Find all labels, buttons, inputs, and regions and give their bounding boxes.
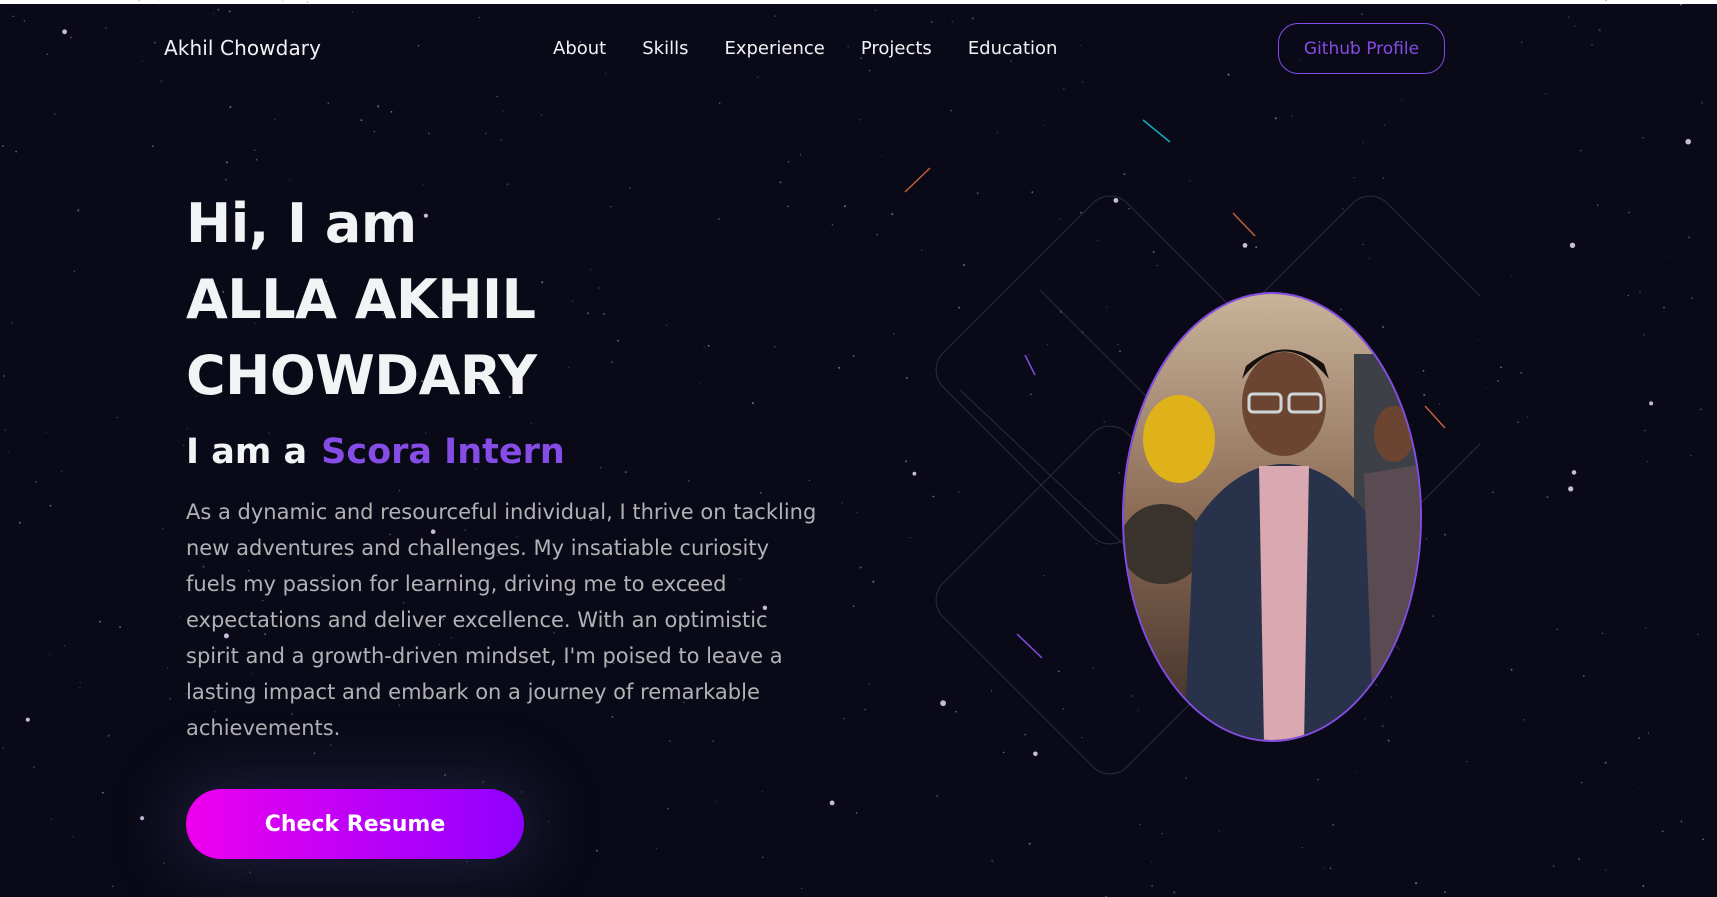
nav-link-experience[interactable]: Experience — [724, 38, 824, 59]
subtitle-lead: I am a — [186, 432, 308, 472]
subtitle-role: Scora Intern — [321, 432, 565, 472]
github-profile-button[interactable]: Github Profile — [1278, 23, 1445, 74]
navbar: Akhil Chowdary About Skills Experience P… — [0, 4, 1717, 94]
nav-links: About Skills Experience Projects Educati… — [553, 38, 1093, 59]
hero-description: As a dynamic and resourceful individual,… — [186, 500, 817, 740]
check-resume-button[interactable]: Check Resume — [186, 789, 524, 859]
nav-link-projects[interactable]: Projects — [861, 38, 932, 59]
portfolio-page: Akhil Chowdary About Skills Experience P… — [0, 0, 1717, 897]
hero-subtitle: I am a Scora Intern — [186, 432, 826, 472]
hero-name-line1: ALLA AKHIL — [186, 268, 536, 331]
nav-link-about[interactable]: About — [553, 38, 606, 59]
nav-link-education[interactable]: Education — [968, 38, 1058, 59]
hero-text: Hi, I am ALLA AKHIL CHOWDARY I am a Scor… — [186, 186, 826, 746]
profile-photo-image — [1124, 294, 1420, 740]
hero-greeting: Hi, I am — [186, 192, 417, 255]
nav-link-skills[interactable]: Skills — [642, 38, 688, 59]
brand-logo[interactable]: Akhil Chowdary — [164, 36, 321, 60]
hero-name-line2: CHOWDARY — [186, 344, 537, 407]
profile-photo — [1122, 292, 1422, 742]
